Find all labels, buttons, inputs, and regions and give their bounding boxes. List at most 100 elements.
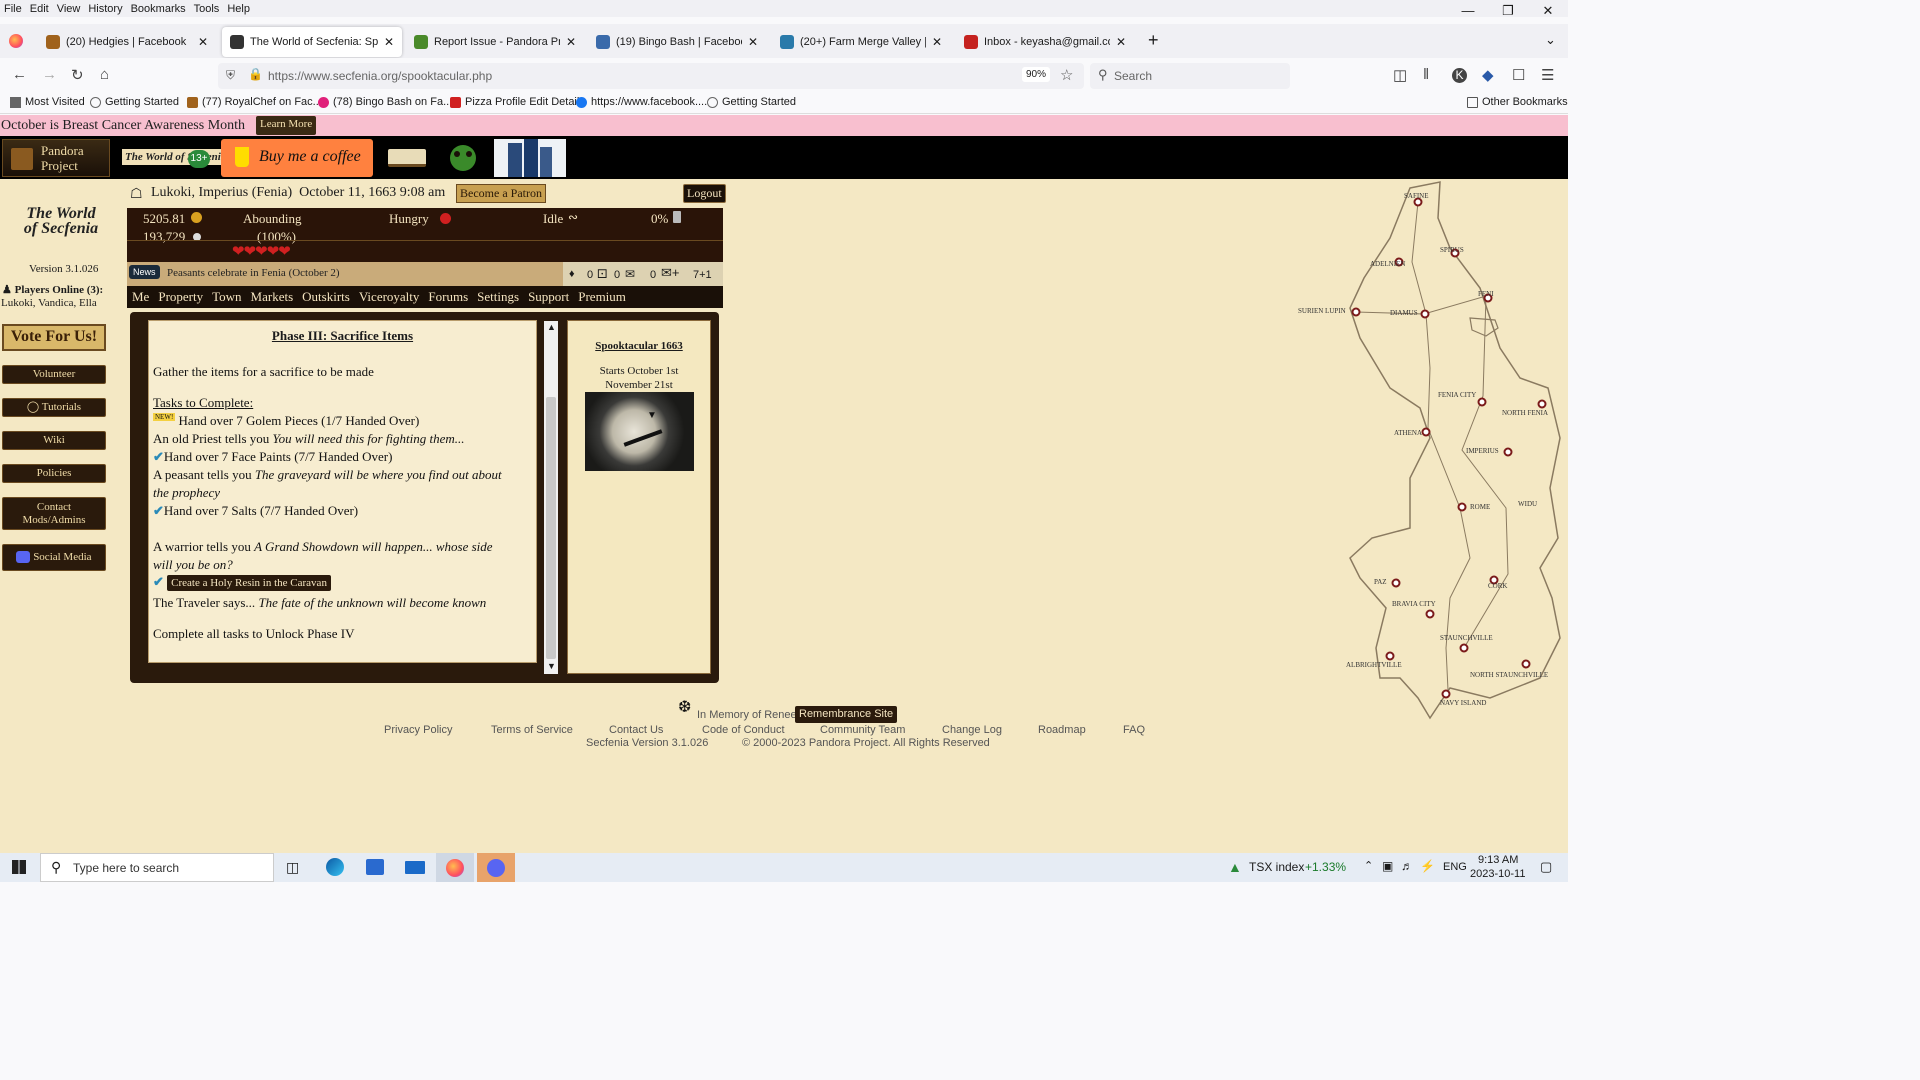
footer-privacy-policy[interactable]: Privacy Policy — [384, 724, 452, 736]
event-title[interactable]: Spooktacular 1663 — [567, 340, 711, 352]
logout-button[interactable]: Logout — [683, 184, 726, 203]
drink-percent[interactable]: 0% — [651, 211, 668, 227]
nav-markets[interactable]: Markets — [251, 289, 294, 305]
minimize-icon[interactable]: — — [1448, 0, 1488, 24]
tab-bingo-bash[interactable]: (19) Bingo Bash | Facebook ✕ — [588, 27, 766, 57]
search-box[interactable]: ⚲ Search — [1090, 63, 1290, 89]
stock-name[interactable]: TSX index — [1249, 860, 1304, 874]
forward-icon[interactable]: → — [42, 66, 57, 83]
map-city-dot[interactable] — [1521, 659, 1531, 669]
scroll-up-icon[interactable]: ▲ — [547, 322, 556, 332]
tab-secfenia[interactable]: The World of Secfenia: Spookta ✕ — [222, 27, 402, 57]
nav-forums[interactable]: Forums — [428, 289, 468, 305]
task-face-paints[interactable]: ✔Hand over 7 Face Paints (7/7 Handed Ove… — [153, 449, 392, 465]
clock-date[interactable]: 2023-10-11 — [1470, 868, 1525, 880]
task-golem[interactable]: NEW! Hand over 7 Golem Pieces (1/7 Hande… — [153, 413, 419, 429]
chevron-up-icon[interactable]: ⌃ — [1364, 859, 1373, 872]
bookmark-pizza[interactable]: Pizza Profile Edit Details — [450, 96, 585, 108]
extension-icon[interactable]: ◆ — [1482, 66, 1494, 84]
footer-faq[interactable]: FAQ — [1123, 724, 1145, 736]
nav-property[interactable]: Property — [158, 289, 203, 305]
library-icon[interactable]: ‖ — [1423, 66, 1429, 83]
map-city-dot[interactable] — [1391, 578, 1401, 588]
nav-viceroyalty[interactable]: Viceroyalty — [359, 289, 420, 305]
bookmark-getting-started-2[interactable]: Getting Started — [707, 96, 796, 108]
footer-roadmap[interactable]: Roadmap — [1038, 724, 1086, 736]
nav-support[interactable]: Support — [528, 289, 569, 305]
map-city-dot[interactable] — [1351, 307, 1361, 317]
city-icon[interactable] — [494, 139, 566, 177]
map-city-dot[interactable] — [1503, 447, 1513, 457]
scrollbar[interactable]: ▲ ▼ — [544, 321, 558, 674]
close-tab-icon[interactable]: ✕ — [384, 35, 394, 49]
other-bookmarks[interactable]: Other Bookmarks — [1467, 96, 1568, 108]
close-tab-icon[interactable]: ✕ — [748, 35, 758, 49]
power-icon[interactable]: ⚡ — [1420, 859, 1435, 873]
menu-file[interactable]: File — [0, 3, 26, 15]
taskbar-search[interactable]: ⚲ Type here to search — [40, 853, 274, 882]
edge-icon[interactable] — [326, 858, 344, 876]
footer-community-team[interactable]: Community Team — [820, 724, 905, 736]
tab-farm-merge[interactable]: (20+) Farm Merge Valley | Faceb ✕ — [772, 27, 950, 57]
bell-icon[interactable]: ♦ — [569, 268, 575, 280]
footer-change-log[interactable]: Change Log — [942, 724, 1002, 736]
nav-me[interactable]: Me — [132, 289, 149, 305]
shield-icon[interactable]: ⛨ — [226, 68, 235, 83]
bookmark-star-icon[interactable]: ☆ — [1060, 66, 1073, 84]
mail-icon[interactable] — [405, 861, 425, 874]
firefox-menu-icon[interactable] — [9, 34, 23, 48]
menu-tools[interactable]: Tools — [190, 3, 224, 15]
social-media-button[interactable]: Social Media — [2, 544, 106, 571]
app-taskbar-button[interactable] — [477, 853, 515, 882]
map-city-dot[interactable] — [1421, 427, 1431, 437]
hunger-text[interactable]: Hungry — [389, 211, 429, 227]
mantis-icon[interactable] — [440, 139, 488, 177]
restore-icon[interactable]: ❐ — [1488, 0, 1528, 24]
scroll-thumb[interactable] — [546, 397, 556, 659]
close-tab-icon[interactable]: ✕ — [1116, 35, 1126, 49]
tab-hedgies[interactable]: (20) Hedgies | Facebook ✕ — [38, 27, 216, 57]
home-icon[interactable]: ☖ — [130, 185, 143, 202]
players-list[interactable]: Lukoki, Vandica, Ella — [1, 297, 97, 309]
back-icon[interactable]: ← — [12, 66, 27, 83]
mail-add-icon[interactable]: ✉+ — [661, 265, 679, 281]
nav-premium[interactable]: Premium — [578, 289, 626, 305]
notifications-icon[interactable]: ▢ — [1540, 859, 1552, 875]
menu-history[interactable]: History — [84, 3, 126, 15]
hamburger-menu-icon[interactable]: ☰ — [1541, 66, 1554, 84]
pandora-logo[interactable]: Pandora Project — [2, 139, 110, 177]
footer-code-of-conduct[interactable]: Code of Conduct — [702, 724, 785, 736]
policies-button[interactable]: Policies — [2, 464, 106, 483]
bookmark-royalchef[interactable]: (77) RoyalChef on Fac... — [187, 96, 322, 108]
map-city-dot[interactable] — [1420, 309, 1430, 319]
volume-icon[interactable]: ♬ — [1401, 859, 1413, 873]
account-icon[interactable]: K — [1452, 68, 1467, 83]
world-map[interactable]: SAFINE SPIRUS ADELNIEN FENI SURIEN LUPIN… — [1290, 178, 1568, 738]
mood-text[interactable]: Abounding — [243, 211, 302, 227]
task-salts[interactable]: ✔Hand over 7 Salts (7/7 Handed Over) — [153, 503, 358, 519]
wiki-button[interactable]: Wiki — [2, 431, 106, 450]
footer-terms[interactable]: Terms of Service — [491, 724, 573, 736]
clock-time[interactable]: 9:13 AM — [1478, 854, 1518, 866]
close-window-icon[interactable]: ✕ — [1528, 0, 1568, 24]
url-text[interactable]: https://www.secfenia.org/spooktacular.ph… — [268, 69, 492, 83]
language-indicator[interactable]: ENG — [1443, 861, 1467, 873]
secfenia-sidebar-logo[interactable]: The World of Secfenia — [22, 206, 100, 237]
lock-icon[interactable]: 🔒 — [248, 67, 263, 81]
zoom-level[interactable]: 90% — [1022, 67, 1051, 82]
firefox-taskbar-button[interactable] — [436, 853, 474, 882]
nav-outskirts[interactable]: Outskirts — [302, 289, 350, 305]
store-icon[interactable] — [366, 859, 384, 875]
bookmark-getting-started[interactable]: Getting Started — [90, 96, 179, 108]
remembrance-site-button[interactable]: Remembrance Site — [795, 706, 898, 723]
new-tab-icon[interactable]: + — [1148, 30, 1159, 51]
list-tabs-icon[interactable]: ⌄ — [1545, 32, 1556, 48]
pocket-icon[interactable]: ◫ — [1393, 66, 1407, 84]
map-city-dot[interactable] — [1425, 609, 1435, 619]
secfenia-logo[interactable]: The World of Secfenia 13+ — [118, 139, 230, 177]
menu-bookmarks[interactable]: Bookmarks — [127, 3, 190, 15]
nav-settings[interactable]: Settings — [477, 289, 519, 305]
bookmark-facebook[interactable]: https://www.facebook.... — [576, 96, 707, 108]
map-city-dot[interactable] — [1459, 643, 1469, 653]
buy-me-a-coffee-button[interactable]: Buy me a coffee — [221, 139, 373, 177]
